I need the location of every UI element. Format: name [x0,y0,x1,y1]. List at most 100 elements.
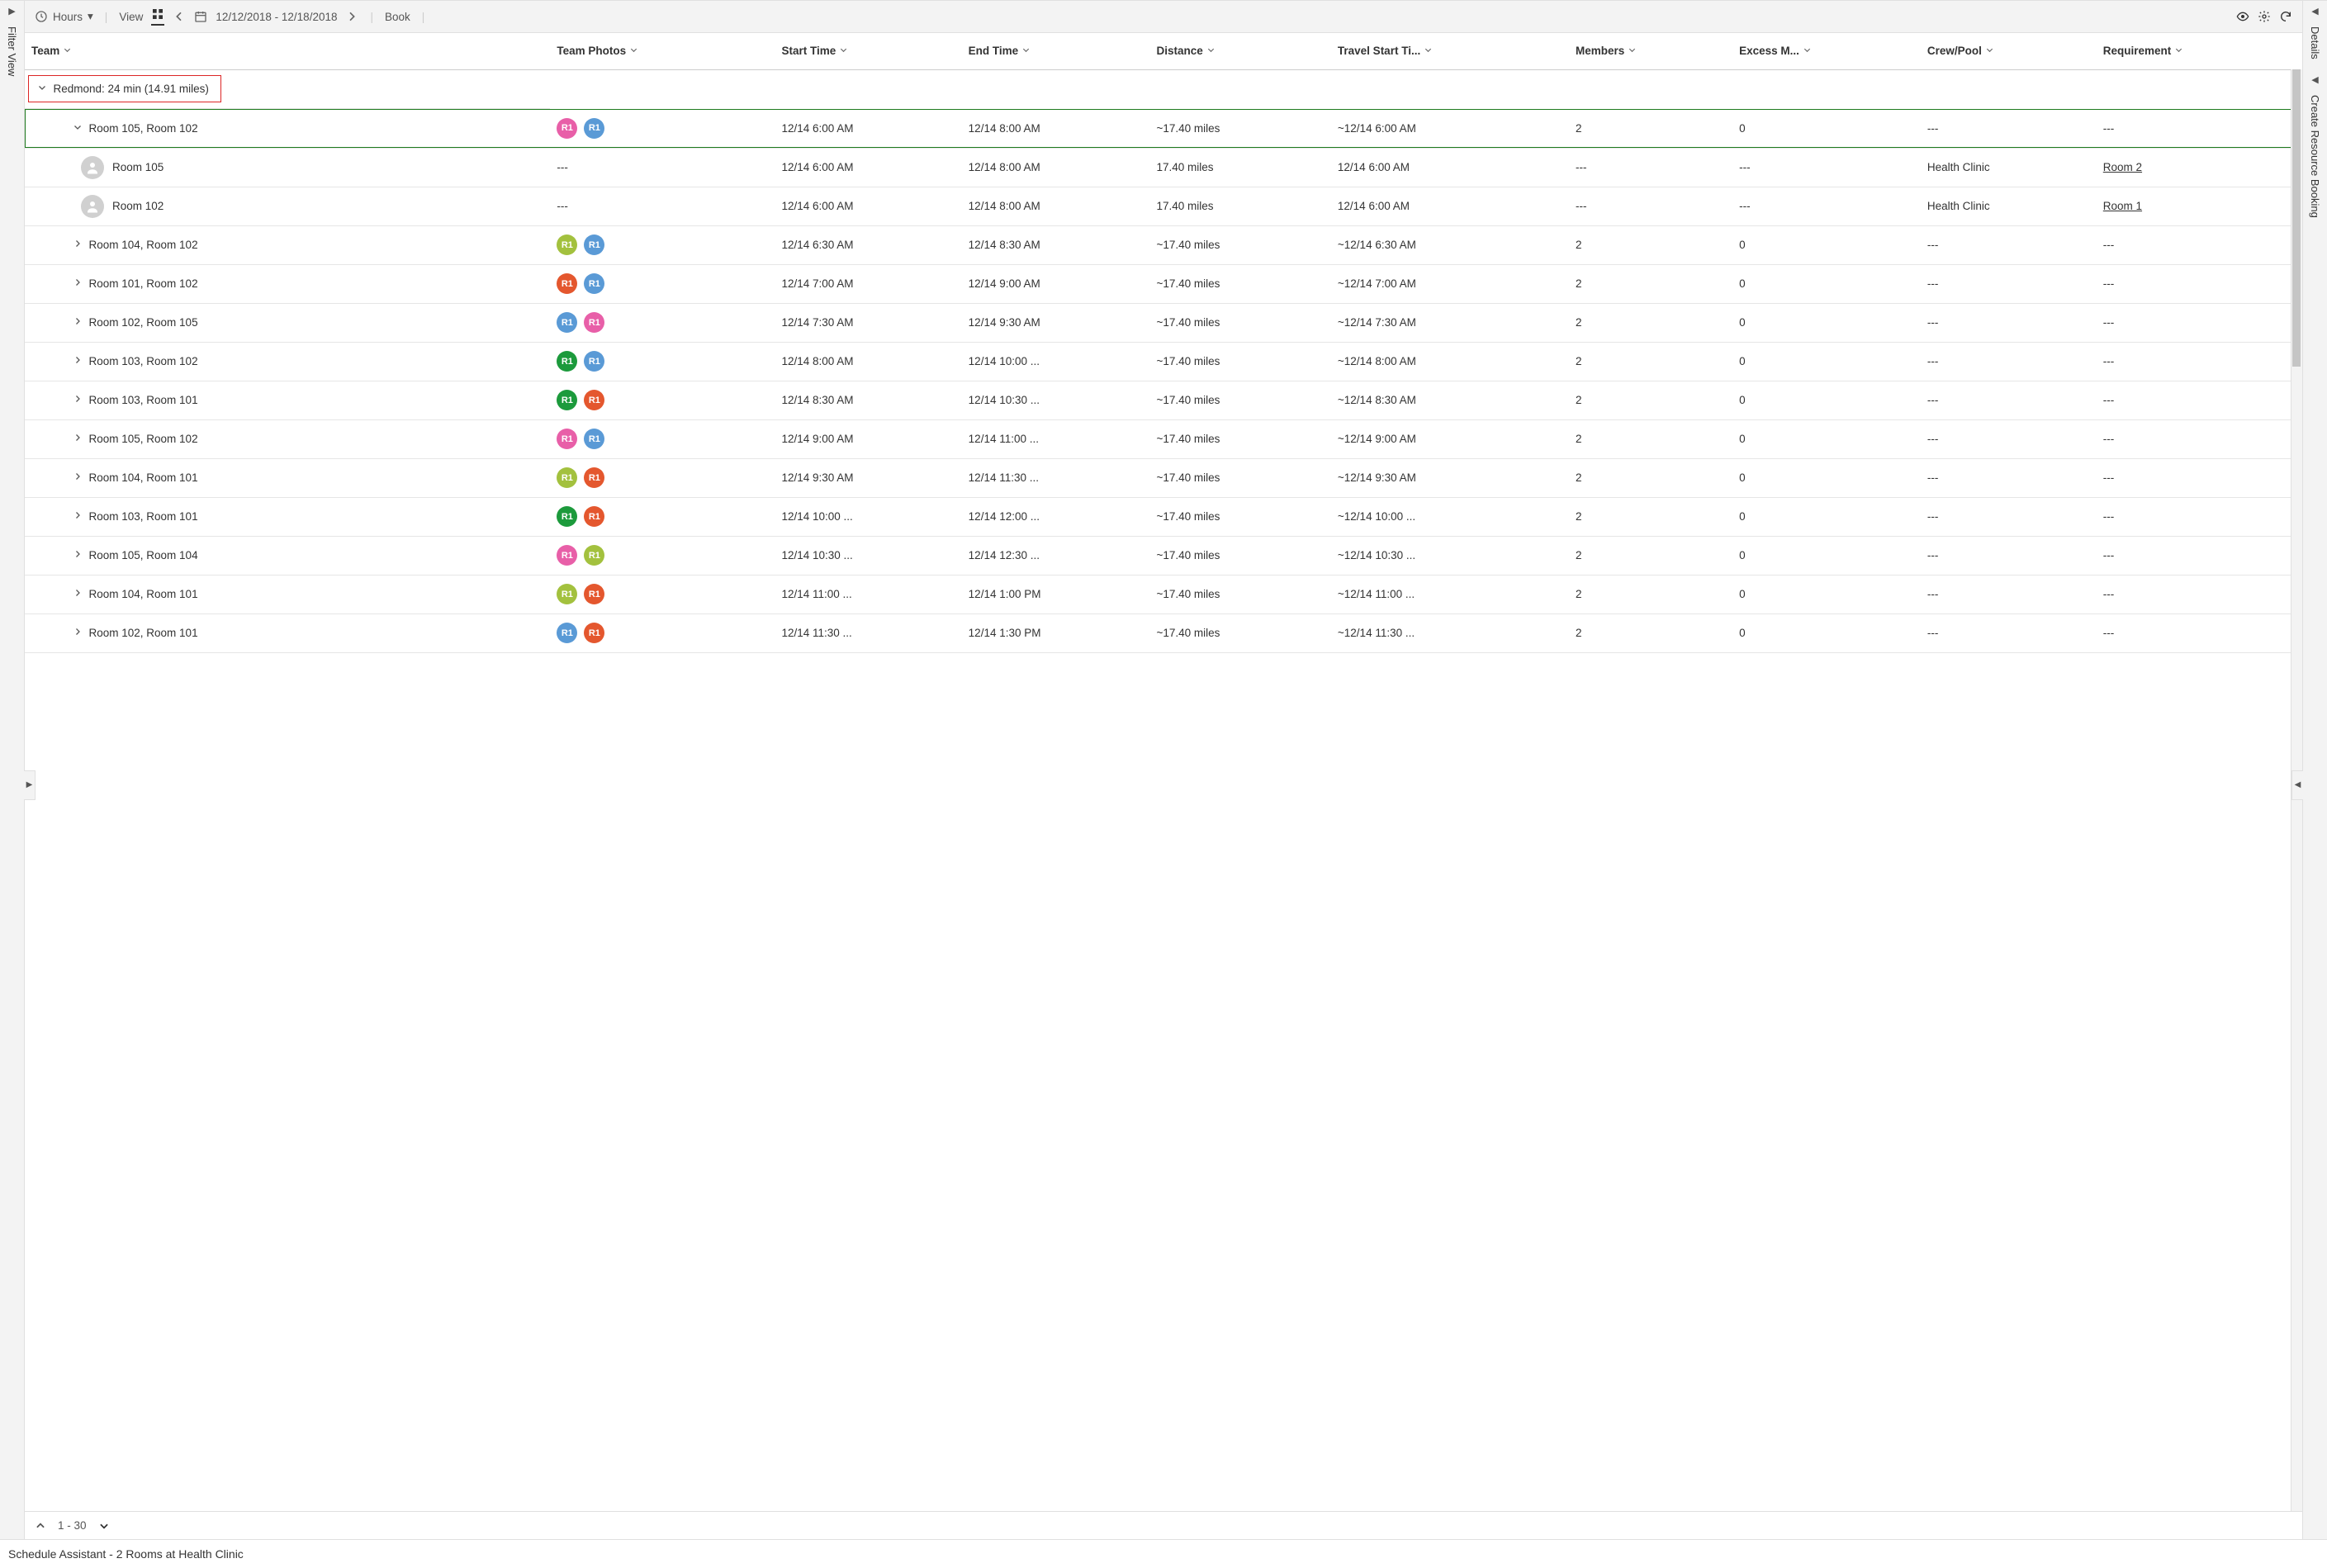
expand-row-icon[interactable] [73,394,83,406]
sort-icon[interactable] [1985,45,1994,57]
end-cell: 12/14 11:30 ... [962,458,1150,497]
next-button[interactable] [345,10,358,23]
table-row[interactable]: Room 101, Room 102R1R112/14 7:00 AM12/14… [25,264,2302,303]
travel-cell: 12/14 6:00 AM [1331,187,1569,225]
table-row[interactable]: Room 102---12/14 6:00 AM12/14 8:00 AM17.… [25,187,2302,225]
member-badge: R1 [584,506,604,527]
eye-icon [2236,10,2249,23]
column-header-req[interactable]: Requirement [2097,33,2302,69]
table-row[interactable]: Room 103, Room 101R1R112/14 10:00 ...12/… [25,497,2302,536]
requirement-link[interactable]: Room 1 [2103,200,2142,212]
expand-row-icon[interactable] [73,433,83,445]
expand-right-icon[interactable]: ◀ [2311,6,2318,17]
expand-row-icon[interactable] [73,316,83,329]
photos-cell: R1R1 [550,225,775,264]
sort-icon[interactable] [1628,45,1637,57]
calendar-button[interactable] [194,10,207,23]
column-header-end[interactable]: End Time [962,33,1150,69]
members-cell: 2 [1569,497,1732,536]
table-row[interactable]: Room 103, Room 101R1R112/14 8:30 AM12/14… [25,381,2302,419]
column-header-team[interactable]: Team [25,33,550,69]
table-row[interactable]: Room 104, Room 101R1R112/14 11:00 ...12/… [25,575,2302,613]
grid-view-button[interactable] [151,7,164,26]
end-cell: 12/14 10:30 ... [962,381,1150,419]
expand-row-icon[interactable] [73,277,83,290]
start-cell: 12/14 8:30 AM [775,381,961,419]
member-badge: R1 [584,234,604,255]
collapse-row-icon[interactable] [37,83,47,95]
expand-row-icon[interactable] [73,471,83,484]
start-cell: 12/14 6:30 AM [775,225,961,264]
table-row[interactable]: Room 105, Room 102R1R112/14 6:00 AM12/14… [25,109,2302,148]
sort-icon[interactable] [839,45,848,57]
collapse-row-icon[interactable] [73,122,83,135]
team-cell: Room 105, Room 102 [25,419,550,458]
group-row-redmond[interactable]: Redmond: 24 min (14.91 miles) [25,70,550,110]
sort-icon[interactable] [1424,45,1433,57]
sort-icon[interactable] [2174,45,2183,57]
table-row[interactable]: Room 105, Room 104R1R112/14 10:30 ...12/… [25,536,2302,575]
filter-view-tab[interactable]: Filter View [6,26,18,76]
chevron-down-icon [98,1520,110,1532]
member-badge: R1 [557,390,577,410]
details-tab[interactable]: Details [2309,26,2321,59]
column-header-excess[interactable]: Excess M... [1732,33,1921,69]
sort-icon[interactable] [629,45,638,57]
prev-button[interactable] [173,10,186,23]
table-row[interactable]: Room 104, Room 102R1R112/14 6:30 AM12/14… [25,225,2302,264]
requirement-cell: --- [2097,613,2302,652]
requirement-link[interactable]: Room 2 [2103,161,2142,173]
sort-icon[interactable] [1803,45,1812,57]
pager-next[interactable] [98,1520,110,1532]
table-row[interactable]: Room 104, Room 101R1R112/14 9:30 AM12/14… [25,458,2302,497]
create-resource-booking-tab[interactable]: Create Resource Booking [2309,95,2321,218]
column-header-start[interactable]: Start Time [775,33,961,69]
crew-cell: --- [1921,342,2097,381]
table-row[interactable]: Room 102, Room 105R1R112/14 7:30 AM12/14… [25,303,2302,342]
column-header-photos[interactable]: Team Photos [550,33,775,69]
column-header-members[interactable]: Members [1569,33,1732,69]
photos-cell: R1R1 [550,458,775,497]
refresh-button[interactable] [2279,10,2292,23]
team-cell: Room 101, Room 102 [25,264,550,303]
expand-row-icon[interactable] [73,549,83,561]
left-rail: ▶ Filter View ▶ [0,0,25,1540]
table-row[interactable]: Room 102, Room 101R1R112/14 11:30 ...12/… [25,613,2302,652]
expand-row-icon[interactable] [73,588,83,600]
refresh-icon [2279,10,2292,23]
team-cell: Room 104, Room 102 [25,225,550,264]
expand-booking-icon[interactable]: ◀ [2311,74,2318,85]
end-cell: 12/14 1:30 PM [962,613,1150,652]
sort-icon[interactable] [1206,45,1216,57]
excess-cell: 0 [1732,303,1921,342]
travel-cell: ~12/14 10:00 ... [1331,497,1569,536]
sort-icon[interactable] [1021,45,1031,57]
distance-cell: ~17.40 miles [1149,303,1330,342]
expand-right-panel-handle[interactable]: ◀ [2291,770,2303,800]
member-badge: R1 [584,312,604,333]
table-row[interactable]: Room 103, Room 102R1R112/14 8:00 AM12/14… [25,342,2302,381]
table-row[interactable]: Room 105, Room 102R1R112/14 9:00 AM12/14… [25,419,2302,458]
requirement-cell: --- [2097,458,2302,497]
expand-left-icon[interactable]: ▶ [8,6,15,17]
column-header-crew[interactable]: Crew/Pool [1921,33,2097,69]
book-button[interactable]: Book [385,11,410,23]
settings-button[interactable] [2258,10,2271,23]
expand-row-icon[interactable] [73,239,83,251]
expand-row-icon[interactable] [73,627,83,639]
table-row[interactable]: Room 105---12/14 6:00 AM12/14 8:00 AM17.… [25,148,2302,187]
visibility-button[interactable] [2236,10,2249,23]
hours-dropdown[interactable]: Hours ▾ [35,10,93,23]
scrollbar-thumb[interactable] [2292,69,2301,367]
members-cell: 2 [1569,458,1732,497]
column-header-travel[interactable]: Travel Start Ti... [1331,33,1569,69]
expand-row-icon[interactable] [73,355,83,367]
crew-cell: Health Clinic [1921,187,2097,225]
column-header-dist[interactable]: Distance [1149,33,1330,69]
pager-prev[interactable] [35,1520,46,1532]
sort-icon[interactable] [63,45,72,57]
travel-cell: ~12/14 7:30 AM [1331,303,1569,342]
crew-cell: --- [1921,613,2097,652]
expand-row-icon[interactable] [73,510,83,523]
crew-cell: --- [1921,497,2097,536]
